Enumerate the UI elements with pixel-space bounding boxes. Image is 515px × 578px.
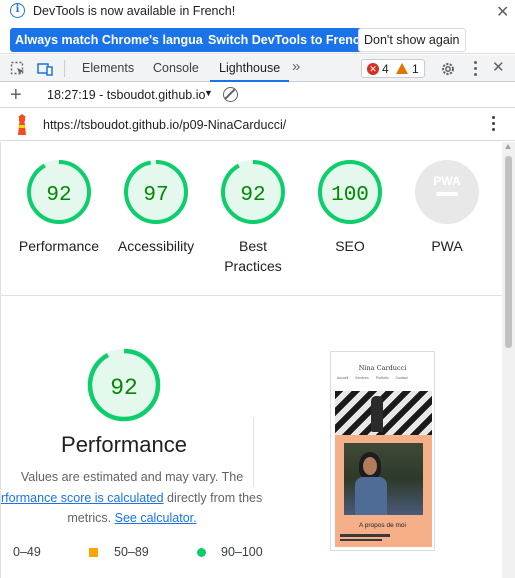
best-practices-gauge[interactable]: 92	[220, 159, 286, 225]
fail-range-text: 0–49	[13, 545, 41, 559]
devtools-tabbar: Elements Console Lighthouse » ✕ 4 1 ✕	[0, 55, 515, 82]
thumbnail-about-caption: A propos de moi	[359, 522, 406, 529]
accessibility-gauge[interactable]: 97	[123, 159, 189, 225]
inspect-element-icon[interactable]	[10, 61, 26, 77]
final-screenshot-thumbnail[interactable]: Nina Carducci Accueil Services Portfolio Co…	[330, 351, 435, 551]
average-range-text: 50–89	[114, 545, 149, 559]
issue-counters[interactable]: ✕ 4 1	[361, 59, 425, 78]
report-selector[interactable]: 18:27:19 - tsboudot.github.io	[47, 88, 205, 102]
tab-elements[interactable]: Elements	[82, 55, 134, 82]
thumbnail-text-lines	[340, 534, 400, 543]
seo-score: 100	[331, 184, 369, 207]
match-language-button[interactable]: Always match Chrome's language	[10, 28, 223, 52]
best-practices-score: 92	[240, 184, 265, 207]
vertical-scrollbar[interactable]	[502, 142, 515, 578]
average-square-icon	[89, 548, 98, 557]
scrollbar-thumb[interactable]	[505, 156, 512, 348]
scroll-up-arrow-icon[interactable]	[505, 144, 511, 149]
toolbar-separator	[64, 60, 65, 77]
best-practices-label: Best Practices	[224, 238, 282, 274]
column-rule	[253, 417, 254, 487]
thumbnail-hero-image	[335, 391, 432, 435]
description-line-1: Values are estimated and may vary. The	[20, 470, 244, 484]
description-line-2: rformance score is calculated directly f…	[1, 488, 263, 509]
pass-circle-icon	[197, 548, 206, 557]
lighthouse-logo-icon	[18, 114, 26, 135]
performance-score: 92	[46, 184, 71, 207]
settings-gear-icon[interactable]	[440, 61, 456, 77]
dont-show-again-button[interactable]: Don't show again	[358, 28, 466, 52]
legend-fail: 0–49	[13, 545, 41, 559]
performance-label: Performance	[18, 238, 100, 254]
audited-url: https://tsboudot.github.io/p09-NinaCardu…	[43, 118, 287, 132]
tab-console[interactable]: Console	[153, 55, 199, 82]
warning-count: 1	[412, 62, 419, 76]
section-divider	[1, 295, 502, 296]
thumbnail-nav: Accueil Services Portfolio Contact	[337, 376, 408, 380]
close-icon[interactable]: ✕	[496, 2, 509, 22]
more-tabs-icon[interactable]: »	[292, 58, 300, 75]
infobar-message: DevTools is now available in French!	[33, 4, 236, 18]
description-line-3: metrics. See calculator.	[1, 508, 263, 529]
see-calculator-link[interactable]: See calculator.	[115, 511, 197, 525]
pwa-badge-text: PWA	[433, 174, 461, 188]
performance-gauge[interactable]: 92	[26, 159, 92, 225]
error-count: 4	[382, 62, 389, 76]
error-icon: ✕	[367, 63, 379, 75]
performance-heading: Performance	[61, 432, 187, 457]
new-report-icon[interactable]: +	[10, 83, 22, 107]
tab-lighthouse[interactable]: Lighthouse	[210, 55, 290, 82]
warning-icon	[396, 63, 408, 74]
seo-label: SEO	[335, 238, 365, 254]
legend-average: 50–89	[89, 545, 149, 559]
dropdown-caret-icon[interactable]: ▼	[204, 88, 213, 98]
accessibility-label: Accessibility	[117, 238, 195, 254]
report-menu-icon[interactable]	[492, 116, 496, 134]
report-url-bar: https://tsboudot.github.io/p09-NinaCardu…	[0, 109, 515, 141]
pwa-badge-icon[interactable]: PWA	[414, 159, 480, 225]
lighthouse-report: 92 Performance 97 Accessibility 92 Best …	[0, 142, 502, 578]
clear-reports-icon[interactable]	[223, 87, 238, 102]
performance-description: Values are estimated and may vary. The r…	[1, 467, 263, 529]
pass-range-text: 90–100	[221, 545, 263, 559]
language-infobar: i DevTools is now available in French! ✕…	[0, 0, 515, 54]
info-icon: i	[10, 3, 25, 18]
report-toolbar: + 18:27:19 - tsboudot.github.io ▼	[0, 83, 515, 108]
close-devtools-icon[interactable]: ✕	[492, 58, 505, 76]
thumbnail-site-title: Nina Carducci	[358, 364, 407, 372]
thumbnail-hero-figure	[371, 396, 383, 432]
performance-main-score: 92	[110, 375, 138, 401]
more-options-icon[interactable]	[474, 61, 477, 76]
description-line-3-text: metrics.	[67, 511, 115, 525]
accessibility-score: 97	[143, 184, 168, 207]
score-calculated-link[interactable]: rformance score is calculated	[1, 491, 164, 505]
seo-gauge[interactable]: 100	[317, 159, 383, 225]
switch-french-button[interactable]: Switch DevTools to French	[203, 28, 373, 52]
description-line-2-rest: directly from these	[163, 490, 263, 505]
pwa-label: PWA	[431, 238, 463, 254]
device-toolbar-icon[interactable]	[37, 61, 53, 77]
legend-pass: 90–100	[197, 545, 263, 559]
performance-main-gauge: 92	[87, 348, 161, 422]
